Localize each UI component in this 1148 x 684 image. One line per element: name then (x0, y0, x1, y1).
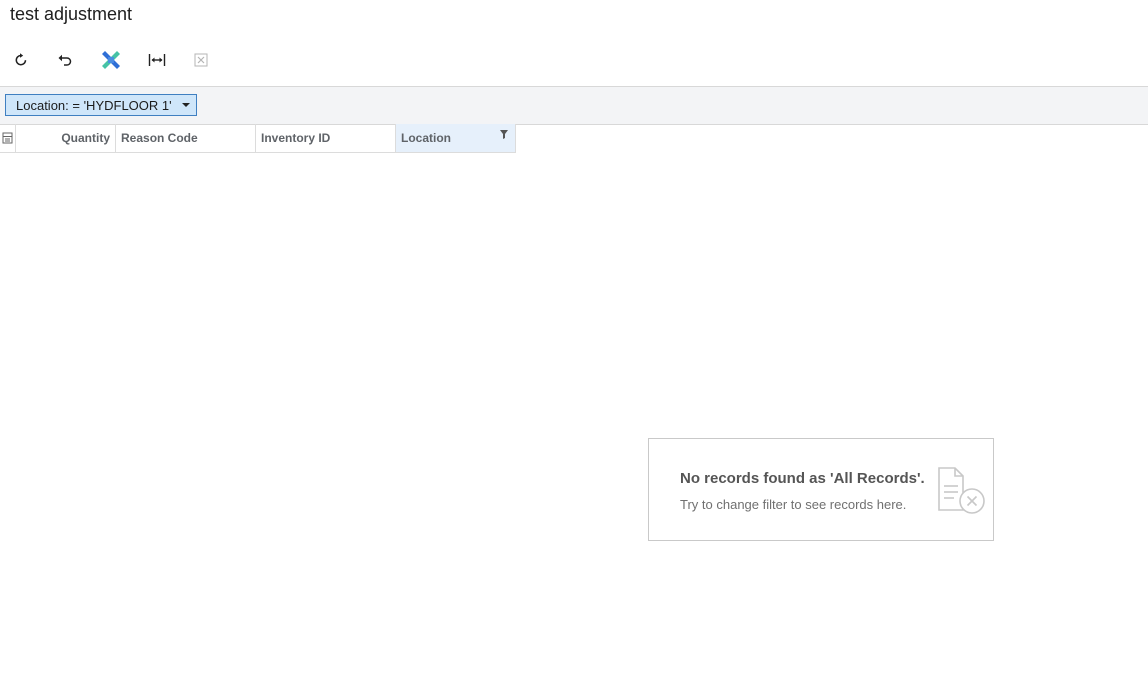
filter-bar: Location: = 'HYDFLOOR 1' (0, 86, 1148, 125)
column-header-reason-code[interactable]: Reason Code (116, 124, 256, 152)
undo-button[interactable] (50, 44, 80, 76)
page-title: test adjustment (10, 4, 133, 24)
column-selector[interactable] (0, 124, 16, 152)
refresh-icon (15, 53, 27, 66)
column-header-label: Location (401, 131, 451, 145)
column-header-inventory-id[interactable]: Inventory ID (256, 124, 396, 152)
filter-chip-label: Location: = 'HYDFLOOR 1' (16, 97, 172, 113)
toolbar (0, 44, 1148, 76)
refresh-button[interactable] (6, 44, 36, 76)
no-records-document-icon (938, 467, 985, 514)
grid-header: Quantity Reason Code Inventory ID Locati… (0, 124, 516, 153)
column-header-quantity[interactable]: Quantity (16, 124, 116, 152)
chevron-down-icon[interactable] (182, 103, 190, 107)
column-header-label: Reason Code (121, 131, 198, 145)
fit-columns-button[interactable] (142, 44, 172, 76)
empty-state-panel: No records found as 'All Records'. Try t… (648, 438, 994, 541)
acumatica-logo-icon (102, 51, 120, 69)
filter-icon[interactable] (500, 130, 508, 139)
column-header-label: Quantity (61, 131, 110, 145)
location-filter-chip[interactable]: Location: = 'HYDFLOOR 1' (5, 94, 197, 116)
column-header-location[interactable]: Location (396, 124, 516, 152)
export-excel-button[interactable] (186, 44, 216, 76)
excel-icon (194, 53, 208, 67)
fit-width-icon (148, 54, 166, 66)
acumatica-button[interactable] (96, 44, 126, 76)
undo-icon (58, 54, 72, 66)
column-header-label: Inventory ID (261, 131, 331, 145)
empty-state-title: No records found as 'All Records'. (680, 470, 925, 487)
empty-state-subtitle: Try to change filter to see records here… (680, 497, 907, 512)
column-config-icon (2, 132, 13, 144)
